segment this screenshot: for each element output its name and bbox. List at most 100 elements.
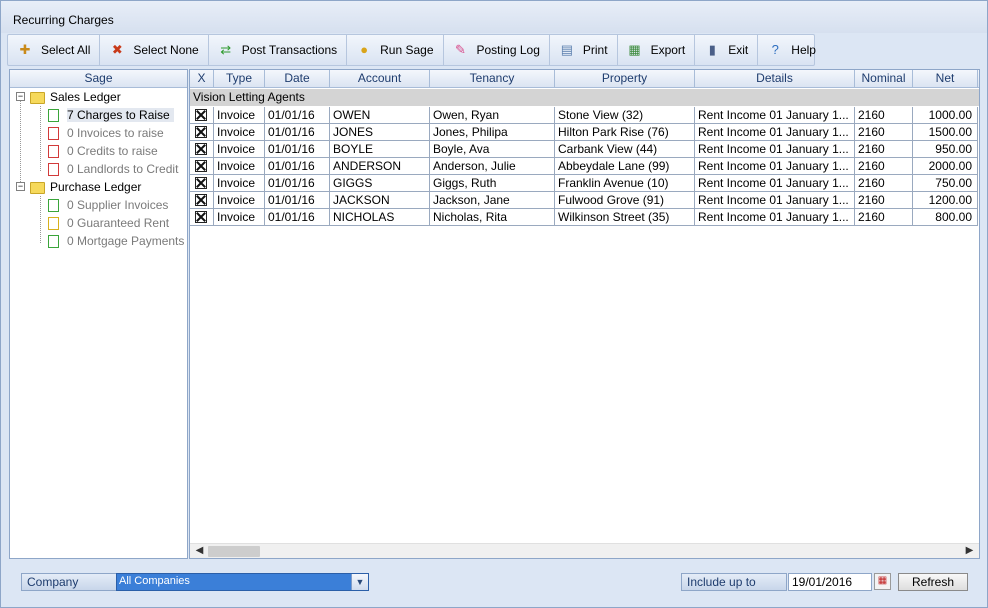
table-row[interactable]: Invoice 01/01/16 JONES Jones, Philipa Hilton…: [190, 124, 979, 141]
include-checkbox[interactable]: [195, 177, 207, 189]
horizontal-scrollbar[interactable]: ◀ ▶: [190, 543, 979, 558]
include-cell: [190, 107, 214, 124]
include-up-to-label: Include up to: [681, 573, 787, 591]
date-cell: 01/01/16: [265, 141, 330, 158]
tenancy-cell: Anderson, Julie: [430, 158, 555, 175]
scroll-left-icon[interactable]: ◀: [192, 544, 207, 558]
date-cell: 01/01/16: [265, 209, 330, 226]
tree-line: [40, 196, 41, 243]
column-header-nominal[interactable]: Nominal: [855, 70, 913, 88]
folder-icon: [30, 181, 45, 194]
document-icon: [48, 145, 59, 159]
table-row[interactable]: Invoice 01/01/16 GIGGS Giggs, Ruth Franklin …: [190, 175, 979, 192]
table-row[interactable]: Invoice 01/01/16 OWEN Owen, Ryan Stone View …: [190, 107, 979, 124]
type-cell: Invoice: [214, 141, 265, 158]
tree-item-0-landlords-to-credit[interactable]: 0 Landlords to Credit: [48, 160, 178, 178]
account-cell: ANDERSON: [330, 158, 430, 175]
toolbar-button-label: Select None: [133, 43, 199, 57]
include-checkbox[interactable]: [195, 109, 207, 121]
toolbar-button-label: Export: [650, 43, 686, 57]
purchase-ledger-node[interactable]: Purchase Ledger: [30, 178, 141, 196]
include-checkbox[interactable]: [195, 211, 207, 223]
date-cell: 01/01/16: [265, 192, 330, 209]
column-header-type[interactable]: Type: [214, 70, 265, 88]
net-cell: 1000.00: [913, 107, 978, 124]
property-cell: Carbank View (44): [555, 141, 695, 158]
sage-tree-panel: Sage − Sales Ledger 7 Charges to Raise 0 In…: [9, 69, 188, 559]
help-button[interactable]: ? Help: [758, 35, 825, 65]
print-button[interactable]: ▤ Print: [550, 35, 618, 65]
tree-item-0-mortgage-payments[interactable]: 0 Mortgage Payments: [48, 232, 184, 250]
scroll-right-icon[interactable]: ▶: [962, 544, 977, 558]
include-checkbox[interactable]: [195, 160, 207, 172]
nominal-cell: 2160: [855, 107, 913, 124]
recurring-charges-window: Recurring Charges ✚ Select All ✖ Select Non…: [0, 0, 988, 608]
chevron-down-icon[interactable]: ▼: [351, 574, 368, 590]
column-header-details[interactable]: Details: [695, 70, 855, 88]
run-sage-button[interactable]: ● Run Sage: [347, 35, 444, 65]
toolbar-button-label: Posting Log: [476, 43, 540, 57]
post-transactions-button[interactable]: ⇄ Post Transactions: [209, 35, 348, 65]
include-date-field[interactable]: 19/01/2016: [788, 573, 872, 591]
tree-item-label: 7 Charges to Raise: [67, 108, 174, 122]
account-cell: OWEN: [330, 107, 430, 124]
nominal-cell: 2160: [855, 158, 913, 175]
export-icon: ▦: [628, 42, 641, 57]
column-header-account[interactable]: Account: [330, 70, 430, 88]
include-cell: [190, 158, 214, 175]
column-header-tenancy[interactable]: Tenancy: [430, 70, 555, 88]
post-transactions-icon: ⇄: [220, 42, 232, 57]
include-checkbox[interactable]: [195, 126, 207, 138]
tree-item-0-supplier-invoices[interactable]: 0 Supplier Invoices: [48, 196, 168, 214]
property-cell: Franklin Avenue (10): [555, 175, 695, 192]
calendar-icon[interactable]: ▦: [874, 573, 891, 590]
date-cell: 01/01/16: [265, 175, 330, 192]
include-checkbox[interactable]: [195, 143, 207, 155]
toolbar-button-label: Post Transactions: [241, 43, 338, 57]
include-checkbox[interactable]: [195, 194, 207, 206]
posting-log-button[interactable]: ✎ Posting Log: [444, 35, 550, 65]
exit-button[interactable]: ▮ Exit: [695, 35, 759, 65]
collapse-icon[interactable]: −: [16, 92, 25, 101]
date-cell: 01/01/16: [265, 107, 330, 124]
account-cell: JACKSON: [330, 192, 430, 209]
select-all-button[interactable]: ✚ Select All: [8, 35, 101, 65]
column-header-net[interactable]: Net: [913, 70, 978, 88]
company-select[interactable]: All Companies ▼: [116, 573, 369, 591]
tree-item-label: 0 Supplier Invoices: [67, 198, 169, 212]
toolbar-button-label: Print: [582, 43, 608, 57]
refresh-button[interactable]: Refresh: [898, 573, 968, 591]
sales-ledger-node[interactable]: Sales Ledger: [30, 88, 121, 106]
tree-item-0-guaranteed-rent[interactable]: 0 Guaranteed Rent: [48, 214, 169, 232]
scroll-thumb[interactable]: [208, 546, 260, 557]
net-cell: 950.00: [913, 141, 978, 158]
type-cell: Invoice: [214, 107, 265, 124]
tree-line: [40, 106, 41, 171]
details-cell: Rent Income 01 January 1...: [695, 175, 855, 192]
net-cell: 750.00: [913, 175, 978, 192]
tree-item-0-credits-to-raise[interactable]: 0 Credits to raise: [48, 142, 158, 160]
table-row[interactable]: Invoice 01/01/16 NICHOLAS Nicholas, Rita Wil…: [190, 209, 979, 226]
column-header-date[interactable]: Date: [265, 70, 330, 88]
tree-item-7-charges-to-raise[interactable]: 7 Charges to Raise: [48, 106, 174, 124]
account-cell: NICHOLAS: [330, 209, 430, 226]
table-row[interactable]: Invoice 01/01/16 BOYLE Boyle, Ava Carbank Vi…: [190, 141, 979, 158]
column-header-x[interactable]: X: [190, 70, 214, 88]
include-cell: [190, 141, 214, 158]
document-icon: [48, 235, 59, 249]
document-icon: [48, 217, 59, 231]
table-row[interactable]: Invoice 01/01/16 ANDERSON Anderson, Julie Ab…: [190, 158, 979, 175]
select-none-button[interactable]: ✖ Select None: [100, 35, 209, 65]
collapse-icon[interactable]: −: [16, 182, 25, 191]
export-button[interactable]: ▦ Export: [618, 35, 696, 65]
tree-item-0-invoices-to-raise[interactable]: 0 Invoices to raise: [48, 124, 164, 142]
document-icon: [48, 109, 59, 123]
column-header-property[interactable]: Property: [555, 70, 695, 88]
toolbar-button-label: Help: [791, 43, 816, 57]
net-cell: 1500.00: [913, 124, 978, 141]
net-cell: 2000.00: [913, 158, 978, 175]
table-row[interactable]: Invoice 01/01/16 JACKSON Jackson, Jane Fulwo…: [190, 192, 979, 209]
nominal-cell: 2160: [855, 141, 913, 158]
property-cell: Fulwood Grove (91): [555, 192, 695, 209]
tree-item-label: 0 Landlords to Credit: [67, 162, 179, 176]
